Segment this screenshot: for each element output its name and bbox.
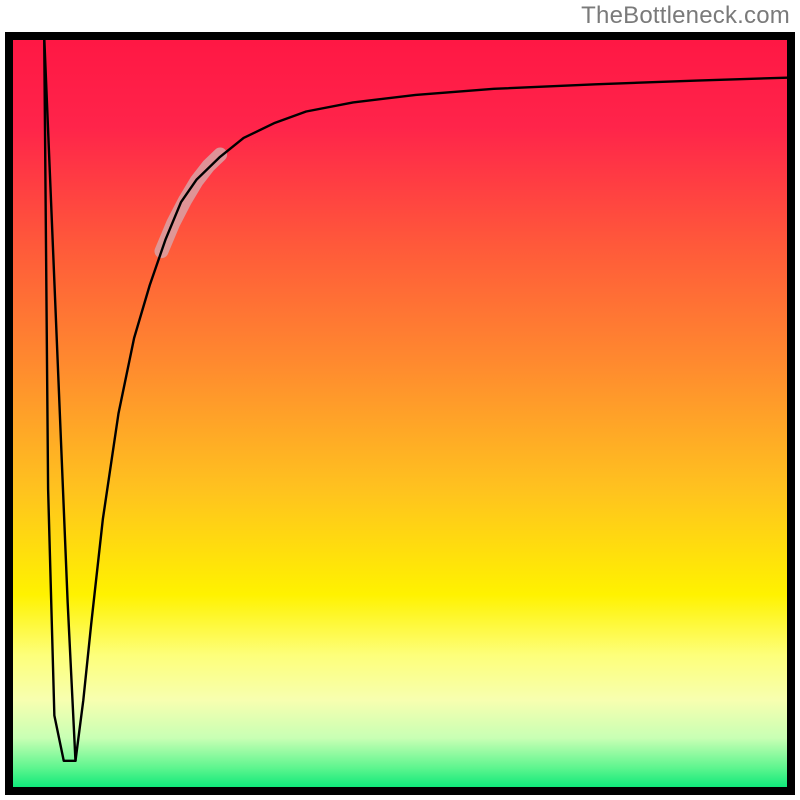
plot-background bbox=[9, 36, 791, 791]
watermark-text: TheBottleneck.com bbox=[581, 2, 790, 30]
chart-svg bbox=[0, 0, 800, 800]
